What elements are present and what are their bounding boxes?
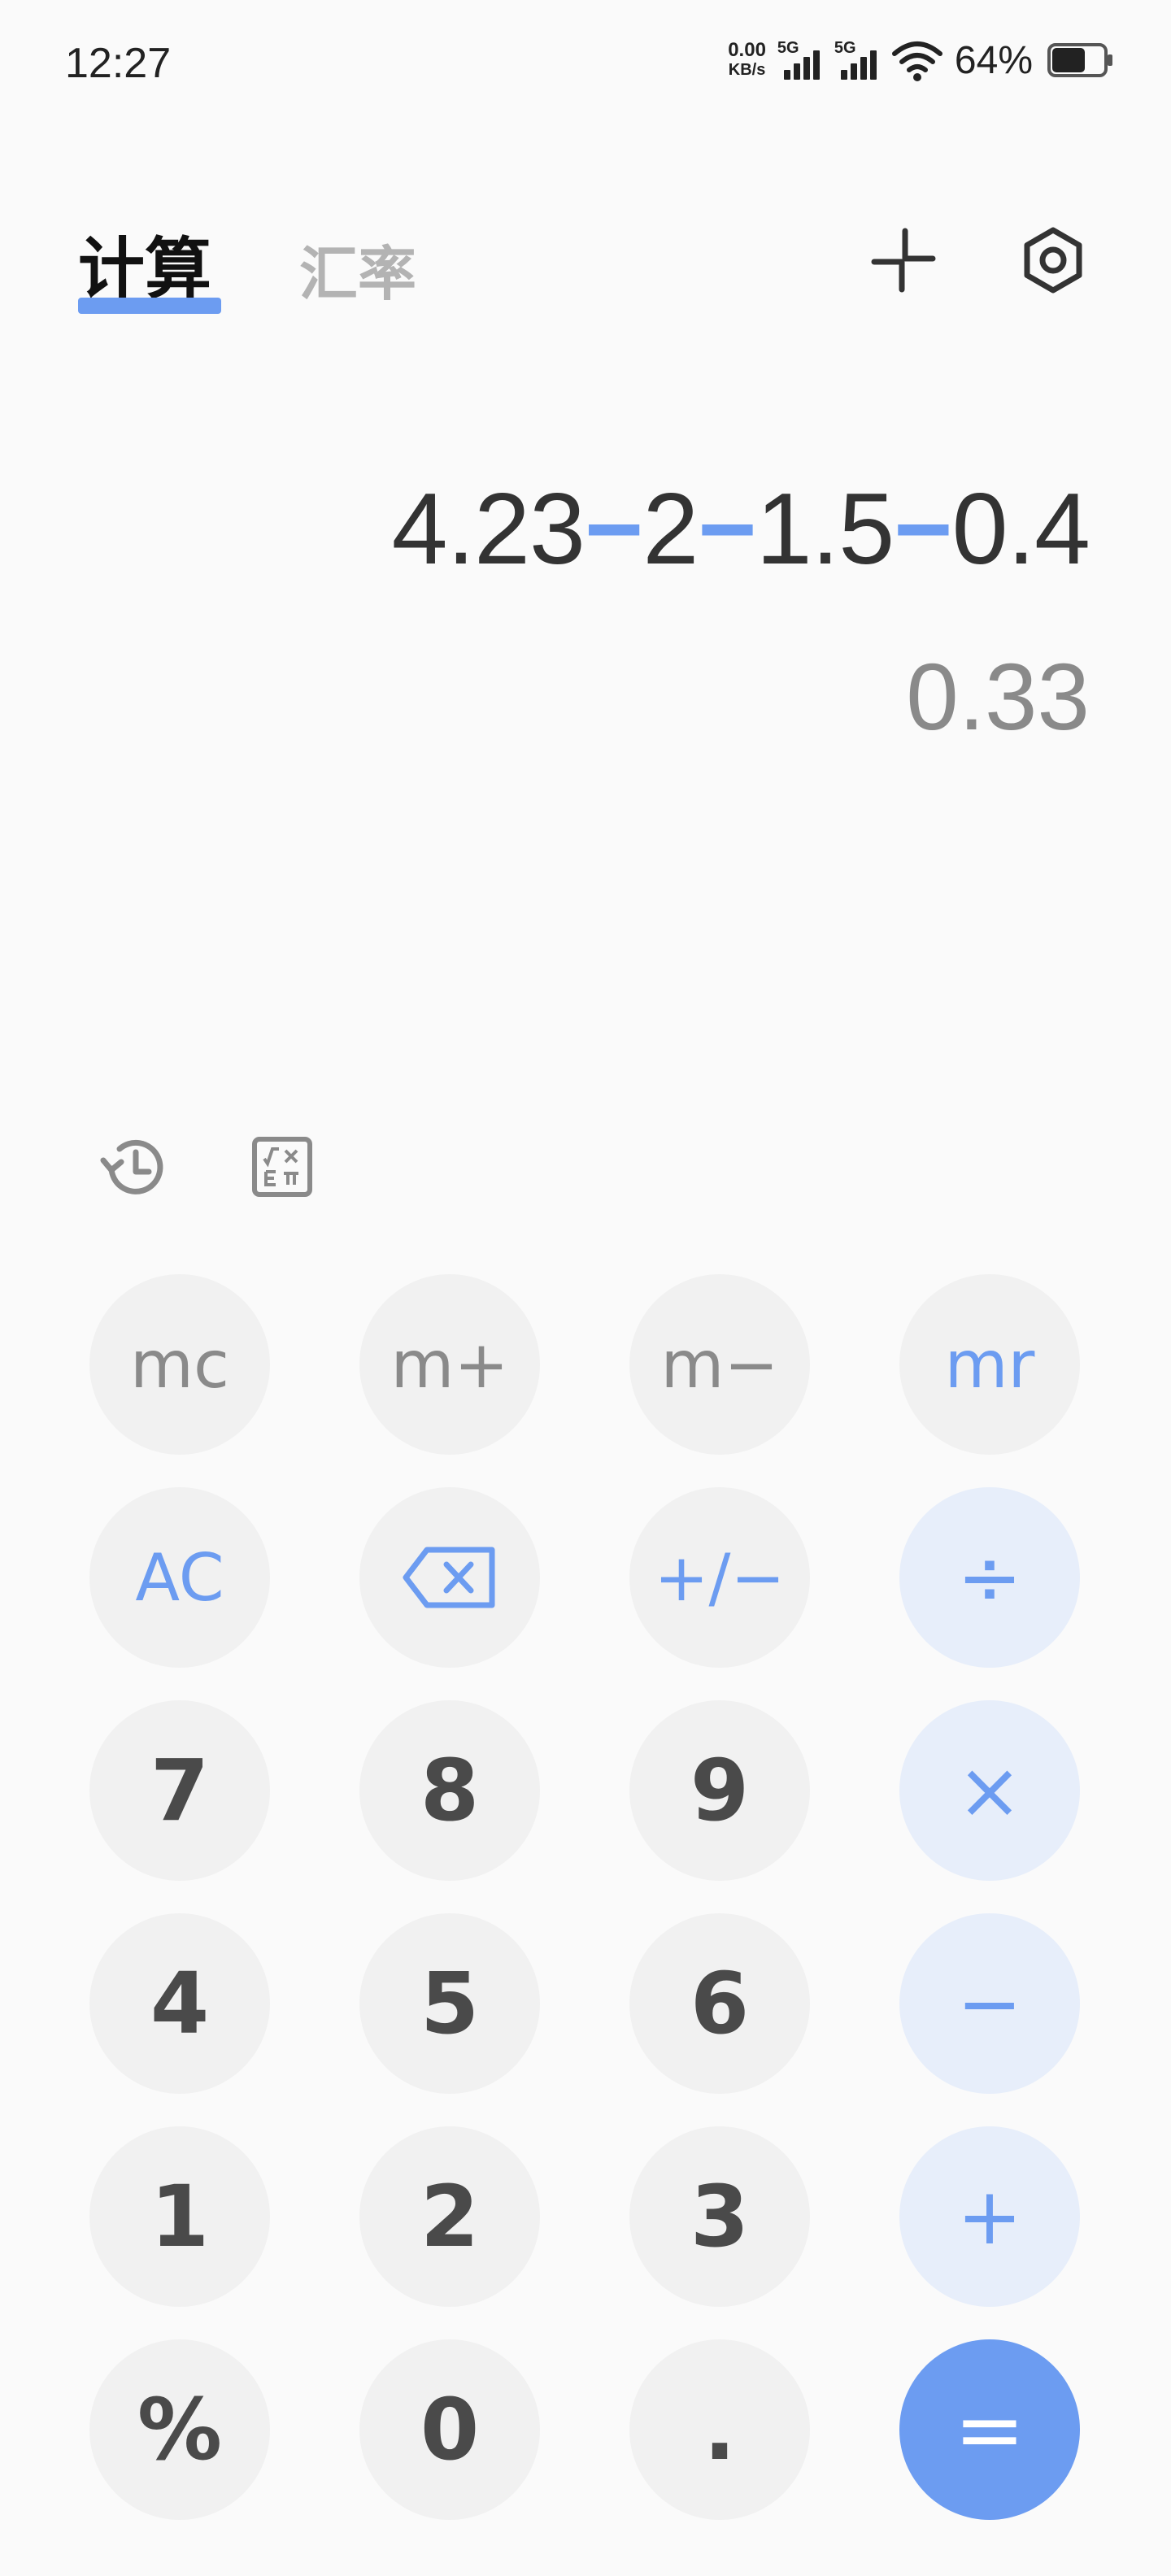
network-speed-unit: KB/s — [728, 61, 766, 79]
battery-icon — [1047, 43, 1112, 77]
status-icons: 0.00 KB/s 5G 5G 64% — [728, 37, 1112, 83]
divide-button[interactable]: ÷ — [899, 1487, 1080, 1668]
wifi-icon — [891, 41, 942, 81]
equals-button[interactable]: = — [899, 2339, 1080, 2520]
digit-4-button[interactable]: 4 — [89, 1913, 270, 2094]
digit-1-button[interactable]: 1 — [89, 2126, 270, 2307]
expression-display: 4.23−2−1.5−0.4 — [392, 472, 1090, 587]
decimal-point-button[interactable]: . — [629, 2339, 810, 2520]
clear-button[interactable]: AC — [89, 1487, 270, 1668]
history-icon[interactable] — [89, 1122, 179, 1212]
scientific-mode-icon[interactable] — [237, 1122, 327, 1212]
network-speed-value: 0.00 — [728, 39, 766, 61]
percent-button[interactable]: % — [89, 2339, 270, 2520]
sign-toggle-button[interactable]: +/− — [629, 1487, 810, 1668]
expression-operator: − — [584, 473, 643, 585]
digit-0-button[interactable]: 0 — [359, 2339, 540, 2520]
multiply-button[interactable]: × — [899, 1700, 1080, 1881]
digit-7-button[interactable]: 7 — [89, 1700, 270, 1881]
m-plus-button[interactable]: m+ — [359, 1274, 540, 1455]
sim1-signal-icon: 5G — [777, 37, 823, 83]
expression-operand: 2 — [642, 473, 699, 585]
result-display: 0.33 — [906, 644, 1090, 750]
digit-9-button[interactable]: 9 — [629, 1700, 810, 1881]
backspace-button[interactable] — [359, 1487, 540, 1668]
backspace-icon — [403, 1547, 495, 1608]
status-time: 12:27 — [65, 40, 172, 87]
digit-8-button[interactable]: 8 — [359, 1700, 540, 1881]
mr-button[interactable]: mr — [899, 1274, 1080, 1455]
expression-operand: 0.4 — [951, 473, 1090, 585]
m-minus-button[interactable]: m− — [629, 1274, 810, 1455]
expression-operand: 1.5 — [755, 473, 895, 585]
digit-2-button[interactable]: 2 — [359, 2126, 540, 2307]
expression-operand: 4.23 — [391, 473, 586, 585]
collapse-icon[interactable] — [859, 215, 948, 305]
digit-5-button[interactable]: 5 — [359, 1913, 540, 2094]
tab-exchange-rate[interactable]: 汇率 — [299, 226, 416, 311]
active-tab-indicator — [78, 298, 221, 314]
digit-3-button[interactable]: 3 — [629, 2126, 810, 2307]
expression-operator: − — [894, 473, 952, 585]
add-button[interactable]: + — [899, 2126, 1080, 2307]
network-speed: 0.00 KB/s — [728, 41, 766, 80]
expression-operator: − — [698, 473, 756, 585]
subtract-button[interactable]: − — [899, 1913, 1080, 2094]
settings-icon[interactable] — [1008, 215, 1098, 305]
sim2-signal-icon: 5G — [834, 37, 880, 83]
mc-button[interactable]: mc — [89, 1274, 270, 1455]
digit-6-button[interactable]: 6 — [629, 1913, 810, 2094]
battery-percent: 64% — [954, 38, 1033, 82]
